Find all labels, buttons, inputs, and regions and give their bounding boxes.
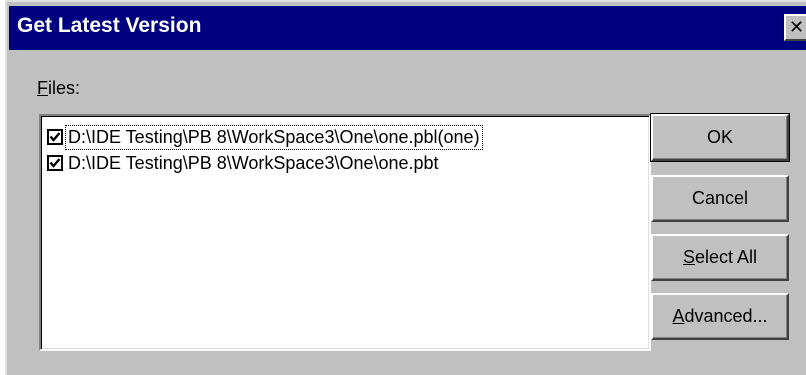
checkmark-icon: [49, 132, 61, 142]
ok-button-label: OK: [706, 127, 733, 147]
advanced-accel: A: [672, 306, 685, 326]
files-label-accel: F: [37, 78, 48, 98]
select-all-button[interactable]: Select All: [651, 234, 789, 281]
select-all-label: elect All: [694, 247, 758, 267]
files-list[interactable]: D:\IDE Testing\PB 8\WorkSpace3\One\one.p…: [39, 114, 651, 351]
files-label-text: iles:: [48, 78, 81, 98]
close-icon: ✕: [789, 17, 805, 38]
file-item[interactable]: D:\IDE Testing\PB 8\WorkSpace3\One\one.p…: [47, 150, 442, 176]
checkmark-icon: [49, 158, 61, 168]
file-path: D:\IDE Testing\PB 8\WorkSpace3\One\one.p…: [68, 152, 439, 173]
files-label: Files:: [37, 78, 80, 99]
advanced-button[interactable]: Advanced...: [651, 293, 789, 340]
cancel-button-label: Cancel: [691, 188, 749, 208]
dialog-title: Get Latest Version: [17, 14, 202, 37]
file-item[interactable]: D:\IDE Testing\PB 8\WorkSpace3\One\one.p…: [47, 124, 483, 150]
file-path: D:\IDE Testing\PB 8\WorkSpace3\One\one.p…: [65, 124, 483, 150]
file-checkbox[interactable]: [47, 155, 63, 171]
select-all-accel: S: [682, 247, 695, 267]
get-latest-version-dialog: Get Latest Version ✕ Files: D:\IDE Testi…: [5, 0, 806, 375]
ok-button[interactable]: OK: [650, 113, 790, 162]
advanced-label: dvanced...: [684, 306, 768, 326]
title-bar: Get Latest Version ✕: [9, 6, 806, 50]
cancel-button[interactable]: Cancel: [651, 175, 789, 222]
file-checkbox[interactable]: [47, 129, 63, 145]
close-button[interactable]: ✕: [784, 14, 806, 41]
